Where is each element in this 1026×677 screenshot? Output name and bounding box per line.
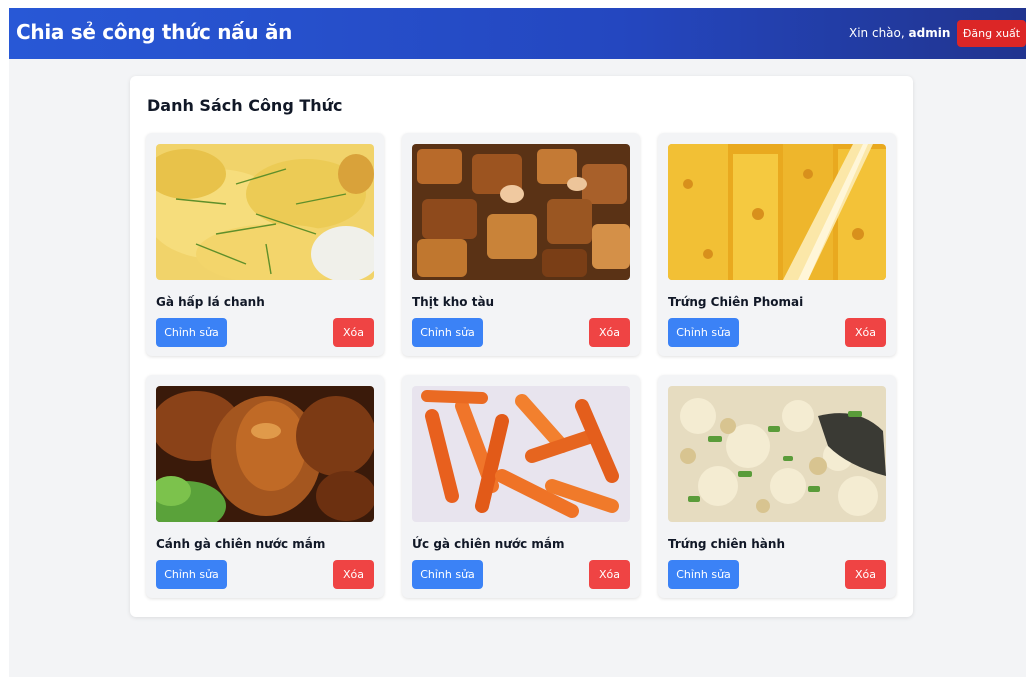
recipe-image-chicken-breast[interactable] xyxy=(412,386,630,522)
recipe-name: Thịt kho tàu xyxy=(412,295,495,309)
edit-button[interactable]: Chỉnh sửa xyxy=(156,560,227,589)
edit-button[interactable]: Chỉnh sửa xyxy=(668,560,739,589)
recipe-name: Trứng Chiên Phomai xyxy=(668,295,804,309)
logout-button[interactable]: Đăng xuất xyxy=(957,20,1026,47)
delete-button[interactable]: Xóa xyxy=(333,318,374,347)
recipe-name: Cánh gà chiên nước mắm xyxy=(156,537,326,551)
recipe-image-fried-chicken-wings[interactable] xyxy=(156,386,374,522)
username: admin xyxy=(908,26,951,40)
site-title[interactable]: Chia sẻ công thức nấu ăn xyxy=(16,20,292,44)
edit-button[interactable]: Chỉnh sửa xyxy=(412,560,483,589)
recipe-list-panel: Danh Sách Công Thức Gà hấp lá chanh Chỉn… xyxy=(130,76,913,617)
recipe-image-cheese-omelette[interactable] xyxy=(668,144,886,280)
recipe-card: Ức gà chiên nước mắm Chỉnh sửa Xóa xyxy=(402,375,640,598)
recipe-card: Gà hấp lá chanh Chỉnh sửa Xóa xyxy=(146,133,384,356)
edit-button[interactable]: Chỉnh sửa xyxy=(668,318,739,347)
edit-button[interactable]: Chỉnh sửa xyxy=(156,318,227,347)
recipe-image-scallion-eggs[interactable] xyxy=(668,386,886,522)
user-greeting: Xin chào, admin xyxy=(849,26,950,40)
top-navbar: Chia sẻ công thức nấu ăn Xin chào, admin… xyxy=(9,8,1026,59)
greeting-prefix: Xin chào, xyxy=(849,26,909,40)
recipe-card: Trứng chiên hành Chỉnh sửa Xóa xyxy=(658,375,896,598)
recipe-card: Cánh gà chiên nước mắm Chỉnh sửa Xóa xyxy=(146,375,384,598)
delete-button[interactable]: Xóa xyxy=(589,560,630,589)
recipe-name: Trứng chiên hành xyxy=(668,537,785,551)
recipe-name: Gà hấp lá chanh xyxy=(156,295,265,309)
recipe-image-braised-pork[interactable] xyxy=(412,144,630,280)
app-frame: Chia sẻ công thức nấu ăn Xin chào, admin… xyxy=(9,8,1026,677)
recipe-image-steamed-chicken[interactable] xyxy=(156,144,374,280)
recipe-name: Ức gà chiên nước mắm xyxy=(412,537,565,551)
delete-button[interactable]: Xóa xyxy=(333,560,374,589)
delete-button[interactable]: Xóa xyxy=(845,318,886,347)
recipe-card: Thịt kho tàu Chỉnh sửa Xóa xyxy=(402,133,640,356)
recipe-card: Trứng Chiên Phomai Chỉnh sửa Xóa xyxy=(658,133,896,356)
delete-button[interactable]: Xóa xyxy=(589,318,630,347)
page-title: Danh Sách Công Thức xyxy=(147,96,343,115)
edit-button[interactable]: Chỉnh sửa xyxy=(412,318,483,347)
delete-button[interactable]: Xóa xyxy=(845,560,886,589)
